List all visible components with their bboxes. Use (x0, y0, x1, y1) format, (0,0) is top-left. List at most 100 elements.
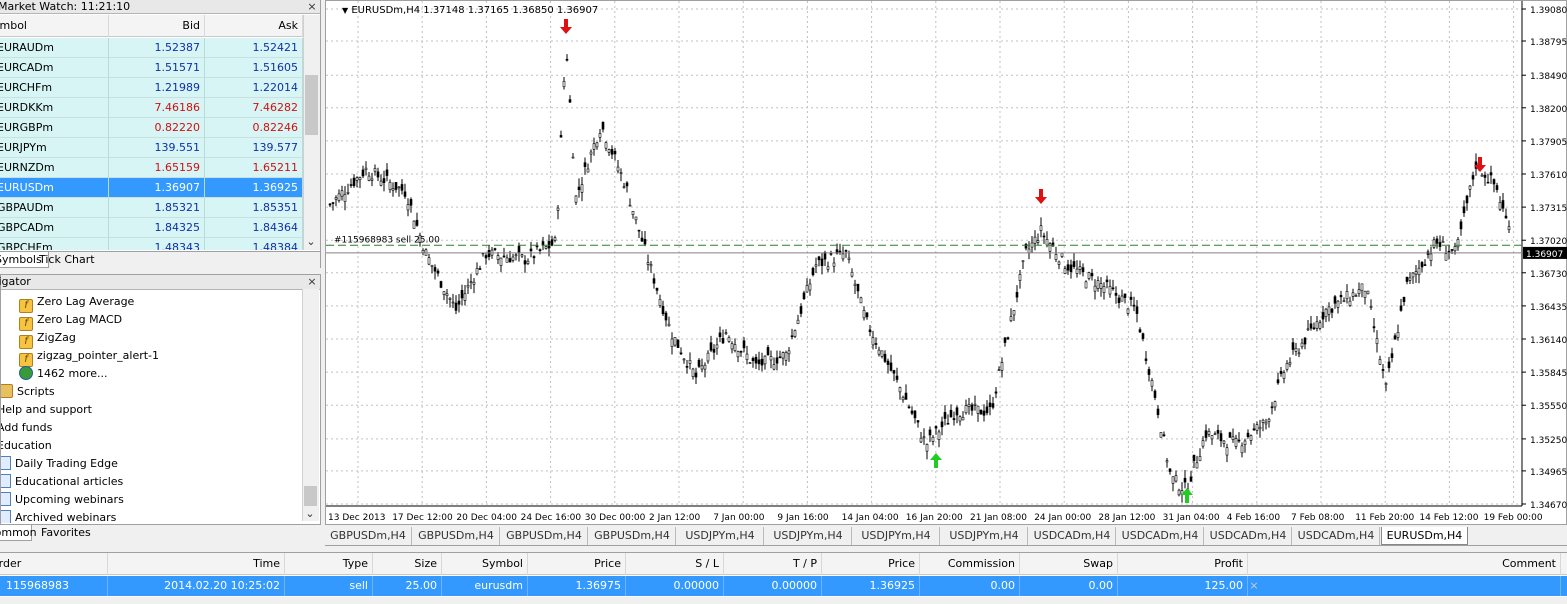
candle-body (1384, 383, 1388, 386)
terminal-column-header[interactable]: T / P (724, 553, 822, 575)
chart-tab[interactable]: GBPUSDm,H4 (413, 527, 500, 545)
price-chart[interactable]: 1.39080 1.38795 1.38490 1.38200 1.37905 1.376… (325, 0, 1567, 525)
tab-tick-chart[interactable]: Tick Chart (33, 252, 101, 268)
candle-body (796, 319, 800, 325)
candle-body (565, 58, 569, 61)
navigator-item[interactable]: Education (1, 437, 52, 455)
candle-body (619, 172, 623, 174)
navigator-item[interactable]: Help and support (1, 401, 92, 419)
candle-body (502, 255, 506, 258)
market-watch-row[interactable]: GBPCHFm 1.48343 1.48384 (0, 238, 303, 250)
candle-body (679, 352, 683, 355)
market-watch-row[interactable]: EURAUDm 1.52387 1.52421 (0, 38, 303, 58)
bid-price-cell: 1.36907 (109, 178, 205, 198)
market-watch-scroll-thumb[interactable] (305, 75, 318, 135)
terminal-column-header[interactable]: Swap (1020, 553, 1118, 575)
chart-menu-arrow-icon[interactable]: ▼ (342, 6, 348, 15)
chart-tab[interactable]: EURUSDm,H4 (1381, 527, 1468, 545)
bid-column-header[interactable]: Bid (109, 15, 205, 37)
tab-common[interactable]: Common (0, 525, 37, 541)
chart-tab[interactable]: GBPUSDm,H4 (325, 527, 412, 545)
market-watch-row[interactable]: EURNZDm 1.65159 1.65211 (0, 158, 303, 178)
close-icon[interactable]: × (306, 1, 318, 13)
terminal-column-header[interactable]: Commission (920, 553, 1020, 575)
chart-tab[interactable]: USDJPYm,H4 (677, 527, 764, 545)
market-watch-row[interactable]: EURCHFm 1.21989 1.22014 (0, 78, 303, 98)
candle-body (1216, 430, 1220, 434)
symbol-column-header[interactable]: Symbol (0, 15, 109, 37)
market-watch-row[interactable]: GBPCADm 1.84325 1.84364 (0, 218, 303, 238)
candle-body (865, 312, 869, 318)
candle-body (1258, 426, 1262, 430)
navigator-item[interactable]: Daily Trading Edge (1, 455, 118, 473)
chart-tab[interactable]: USDJPYm,H4 (765, 527, 852, 545)
terminal-column-header[interactable]: Price (528, 553, 626, 575)
terminal-column-header[interactable]: Symbol (442, 553, 528, 575)
candle-body (385, 169, 389, 176)
candle-body (1072, 261, 1076, 267)
market-watch-row[interactable]: EURCADm 1.51571 1.51605 (0, 58, 303, 78)
navigator-item[interactable]: f Zero Lag Average (19, 293, 134, 313)
price-tick-label: 1.35250 (1530, 436, 1567, 446)
chart-tab[interactable]: GBPUSDm,H4 (501, 527, 588, 545)
tab-favorites[interactable]: Favorites (35, 525, 97, 541)
navigator-item[interactable]: 1462 more... (19, 365, 107, 383)
scroll-down-icon[interactable]: ⌄ (304, 508, 316, 520)
chart-tab[interactable]: USDCADm,H4 (1293, 527, 1380, 545)
trade-row[interactable]: 115968983 2014.02.20 10:25:02 sell 25.00 eur… (0, 576, 1567, 596)
symbol-cell: GBPAUDm (0, 198, 109, 218)
ask-column-header[interactable]: Ask (205, 15, 303, 37)
terminal-column-header[interactable]: Price (822, 553, 920, 575)
candle-body (970, 404, 974, 411)
market-watch-row[interactable]: GBPAUDm 1.85321 1.85351 (0, 198, 303, 218)
market-watch-title-bar: Market Watch: 11:21:10 (0, 0, 320, 14)
scroll-down-icon[interactable]: ⌄ (305, 236, 317, 248)
chart-tab[interactable]: USDJPYm,H4 (941, 527, 1028, 545)
candle-body (472, 281, 476, 285)
market-watch-row[interactable]: EURJPYm 139.551 139.577 (0, 138, 303, 158)
close-icon[interactable]: × (306, 276, 318, 288)
candle-body (655, 288, 659, 291)
candle-body (1138, 329, 1142, 333)
navigator-item[interactable]: f ZigZag (19, 329, 76, 349)
candle-body (751, 357, 755, 362)
candle-body (1171, 476, 1175, 484)
terminal-column-header[interactable]: Comment (1248, 553, 1561, 575)
chart-tab[interactable]: USDJPYm,H4 (853, 527, 940, 545)
navigator-item[interactable]: Upcoming webinars (1, 491, 124, 509)
market-watch-rows: EURAUDm 1.52387 1.52421 EURCADm 1.51571 1.516… (0, 38, 303, 250)
navigator-item[interactable]: Add funds (1, 419, 52, 437)
candle-body (1081, 267, 1085, 273)
chart-tab[interactable]: USDCADm,H4 (1117, 527, 1204, 545)
terminal-column-header[interactable]: Type (285, 553, 373, 575)
candle-body (1306, 328, 1310, 331)
terminal-column-header[interactable]: S / L (626, 553, 724, 575)
bid-price-cell: 1.84325 (109, 218, 205, 238)
chart-tab[interactable]: USDCADm,H4 (1205, 527, 1292, 545)
candle-body (826, 266, 830, 270)
terminal-column-header[interactable]: Size (373, 553, 442, 575)
navigator-item[interactable]: Scripts (1, 383, 55, 401)
candle-body (406, 204, 410, 211)
candle-body (379, 180, 383, 186)
market-watch-row[interactable]: EURUSDm 1.36907 1.36925 (0, 178, 303, 198)
navigator-item[interactable]: f Zero Lag MACD (19, 311, 122, 331)
close-order-icon[interactable]: × (1248, 576, 1260, 596)
candle-body (409, 199, 413, 206)
terminal-column-header[interactable]: Profit (1118, 553, 1248, 575)
market-watch-row[interactable]: EURGBPm 0.82220 0.82246 (0, 118, 303, 138)
terminal-column-header[interactable]: Order (0, 553, 108, 575)
navigator-item[interactable]: f zigzag_pointer_alert-1 (19, 347, 159, 367)
candle-body (775, 357, 779, 364)
terminal-column-header[interactable]: Time (108, 553, 285, 575)
candle-body (829, 253, 833, 255)
candle-body (1315, 321, 1319, 329)
navigator-item[interactable]: Archived webinars (1, 509, 116, 523)
chart-tab[interactable]: GBPUSDm,H4 (589, 527, 676, 545)
candle-body (736, 351, 740, 358)
chart-canvas[interactable]: 1.39080 1.38795 1.38490 1.38200 1.37905 1.376… (326, 1, 1567, 526)
market-watch-row[interactable]: EURDKKm 7.46186 7.46282 (0, 98, 303, 118)
navigator-scroll-thumb[interactable] (304, 486, 317, 506)
chart-tab[interactable]: USDCADm,H4 (1029, 527, 1116, 545)
navigator-item[interactable]: Educational articles (1, 473, 123, 491)
